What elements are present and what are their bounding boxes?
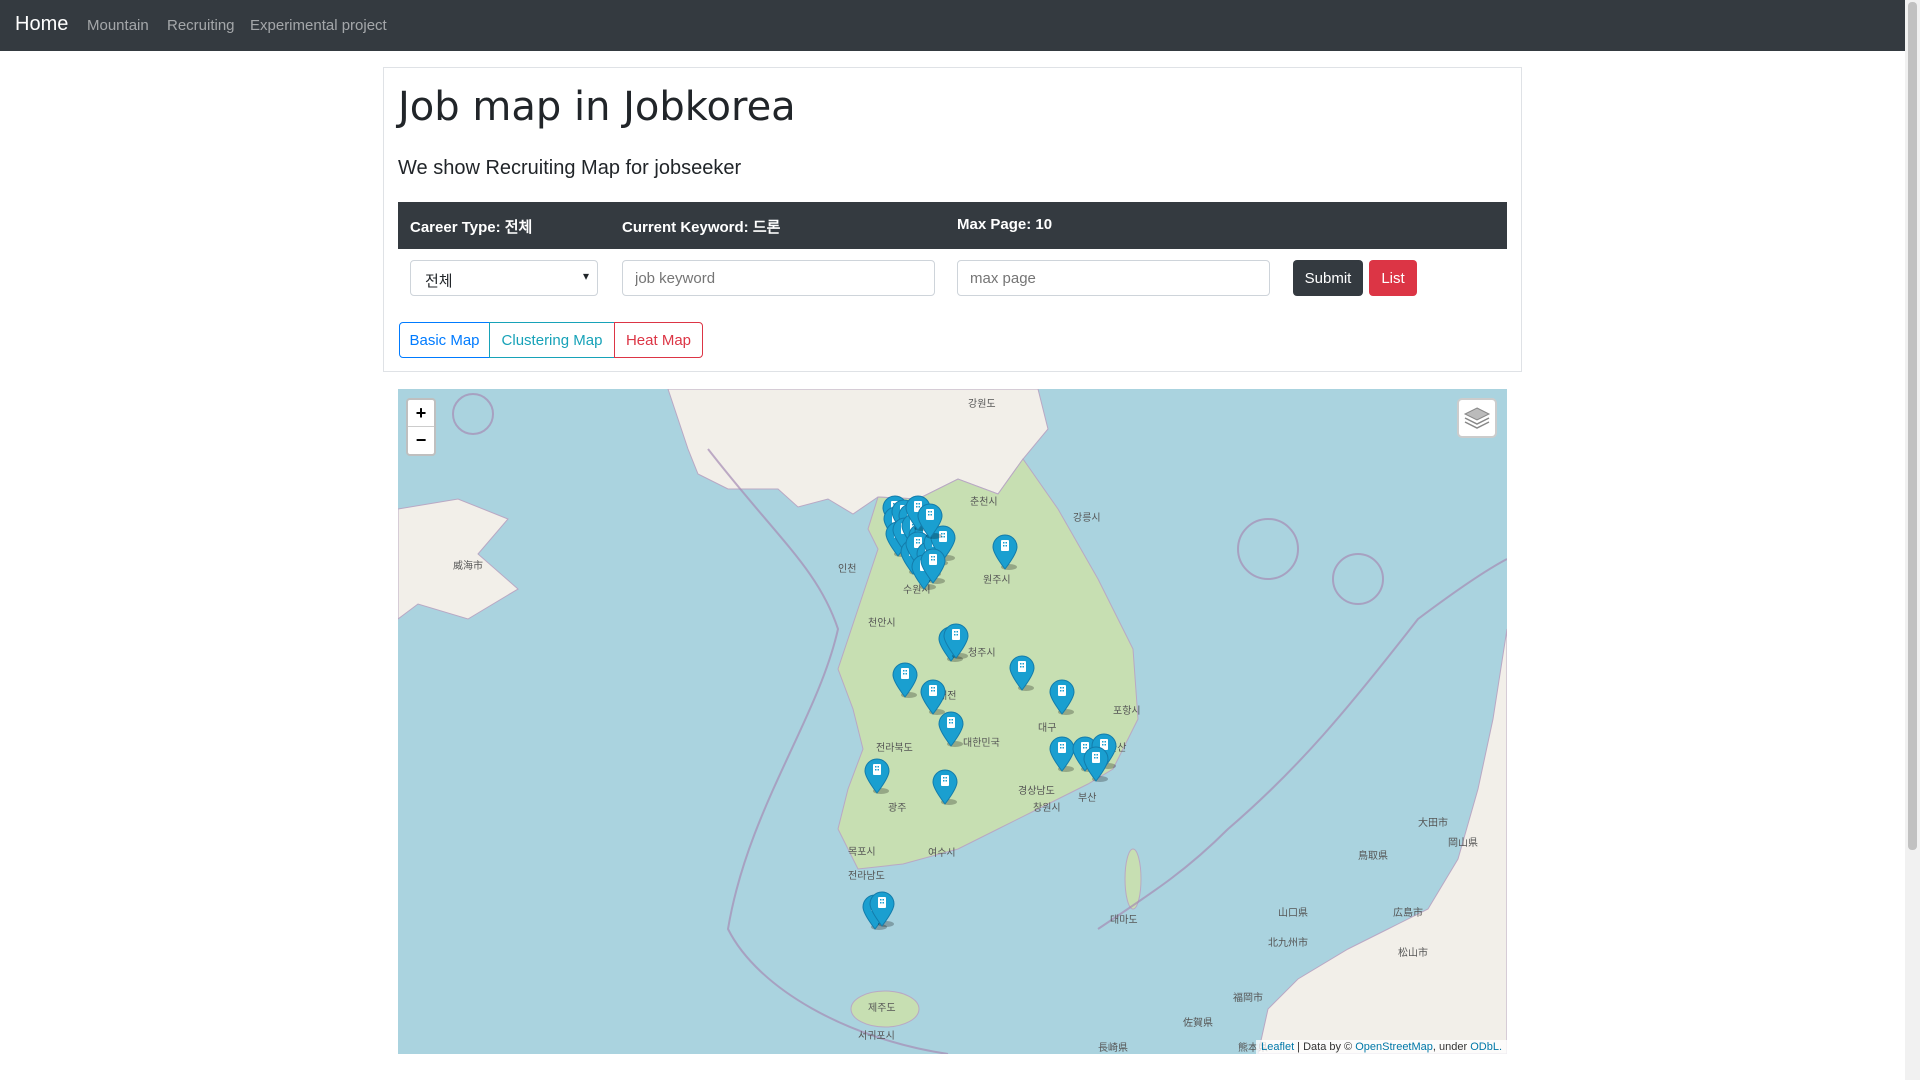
map-label: 강원도 <box>968 399 996 410</box>
heat-map-button[interactable]: Heat Map <box>614 322 703 358</box>
career-type-select[interactable]: 전체 ▾ <box>410 260 598 296</box>
job-marker[interactable] <box>868 891 896 927</box>
job-marker[interactable] <box>891 662 919 698</box>
map-label: 창원시 <box>1033 803 1061 814</box>
map-label: 佐賀県 <box>1183 1018 1213 1029</box>
map-label: 北九州市 <box>1268 938 1308 949</box>
max-page-label: Max Page: 10 <box>957 216 1053 233</box>
map-label: 대마도 <box>1110 915 1138 926</box>
page-title: Job map in Jobkorea <box>398 84 796 130</box>
career-type-select-value: 전체 <box>425 273 453 290</box>
map-label: 威海市 <box>453 561 483 572</box>
chevron-down-icon: ▾ <box>582 269 589 283</box>
map-label: 대한민국 <box>963 738 1000 749</box>
map-zoom-control: + − <box>406 398 436 456</box>
map-label: 鳥取県 <box>1358 851 1388 862</box>
zoom-in-button[interactable]: + <box>408 400 434 427</box>
map-label: 포항시 <box>1113 706 1141 717</box>
job-keyword-input[interactable] <box>622 260 935 296</box>
map-label: 広島市 <box>1393 908 1423 919</box>
map-label: 岡山県 <box>1448 838 1478 849</box>
layers-control[interactable] <box>1457 398 1497 438</box>
nav-link-mountain[interactable]: Mountain <box>87 17 149 34</box>
map-label: 서귀포시 <box>858 1031 895 1042</box>
job-map[interactable]: 강원도 춘천시 강릉시 원주시 수원시 인천 천안시 대전 청주시 대구 포항시… <box>398 389 1507 1054</box>
map-label: 福岡市 <box>1233 993 1263 1004</box>
list-button[interactable]: List <box>1369 260 1417 296</box>
map-label: 춘천시 <box>970 497 998 508</box>
job-marker[interactable] <box>1008 655 1036 691</box>
map-label: 山口県 <box>1278 908 1308 919</box>
map-label: 인천 <box>838 564 857 575</box>
clustering-map-button[interactable]: Clustering Map <box>489 322 615 358</box>
map-label: 목포시 <box>848 847 876 858</box>
map-label: 松山市 <box>1398 948 1428 959</box>
map-label: 여수시 <box>928 848 956 859</box>
nav-brand-home[interactable]: Home <box>15 13 68 36</box>
nav-link-recruiting[interactable]: Recruiting <box>167 17 235 34</box>
map-label: 大田市 <box>1418 818 1448 829</box>
job-marker[interactable] <box>942 623 970 659</box>
map-label: 강릉시 <box>1073 513 1101 524</box>
basic-map-button[interactable]: Basic Map <box>399 322 490 358</box>
page-scrollbar[interactable] <box>1905 0 1920 1080</box>
job-marker[interactable] <box>931 769 959 805</box>
job-marker[interactable] <box>1048 679 1076 715</box>
attribution-text: | Data by © <box>1294 1041 1356 1053</box>
job-marker[interactable] <box>991 534 1019 570</box>
map-label: 원주시 <box>983 575 1011 586</box>
map-label: 전라남도 <box>848 871 885 882</box>
openstreetmap-link[interactable]: OpenStreetMap <box>1355 1041 1433 1053</box>
map-label: 경상남도 <box>1018 786 1055 797</box>
job-marker[interactable] <box>1082 746 1110 782</box>
map-label: 제주도 <box>868 1003 896 1014</box>
top-navbar: Home Mountain Recruiting Experimental pr… <box>0 0 1905 51</box>
odbl-link[interactable]: ODbL. <box>1470 1041 1502 1053</box>
attribution-text: , under <box>1432 1041 1471 1053</box>
map-label: 대구 <box>1038 723 1057 734</box>
map-label: 청주시 <box>968 648 996 659</box>
map-label: 長崎県 <box>1098 1043 1128 1054</box>
job-marker[interactable] <box>937 711 965 747</box>
search-info-bar: Career Type: 전체 Current Keyword: 드론 Max … <box>398 202 1507 249</box>
max-page-input[interactable] <box>957 260 1270 296</box>
map-attribution: Leaflet | Data by © OpenStreetMap, under… <box>1256 1040 1507 1054</box>
job-marker[interactable] <box>919 548 947 584</box>
leaflet-link[interactable]: Leaflet <box>1261 1041 1294 1053</box>
map-label: 전라북도 <box>876 743 913 754</box>
map-label: 부산 <box>1078 793 1097 804</box>
job-marker[interactable] <box>916 503 944 539</box>
job-marker[interactable] <box>919 679 947 715</box>
scrollbar-thumb[interactable] <box>1908 2 1917 850</box>
map-label: 광주 <box>888 803 907 814</box>
job-marker[interactable] <box>863 758 891 794</box>
map-label: 천안시 <box>868 618 896 629</box>
layers-icon <box>1463 407 1491 429</box>
page-subtitle: We show Recruiting Map for jobseeker <box>398 157 742 179</box>
nav-link-experimental-project[interactable]: Experimental project <box>250 17 387 34</box>
submit-button[interactable]: Submit <box>1293 260 1363 296</box>
career-type-label: Career Type: 전체 <box>410 219 533 236</box>
current-keyword-label: Current Keyword: 드론 <box>622 219 781 236</box>
zoom-out-button[interactable]: − <box>408 427 434 453</box>
